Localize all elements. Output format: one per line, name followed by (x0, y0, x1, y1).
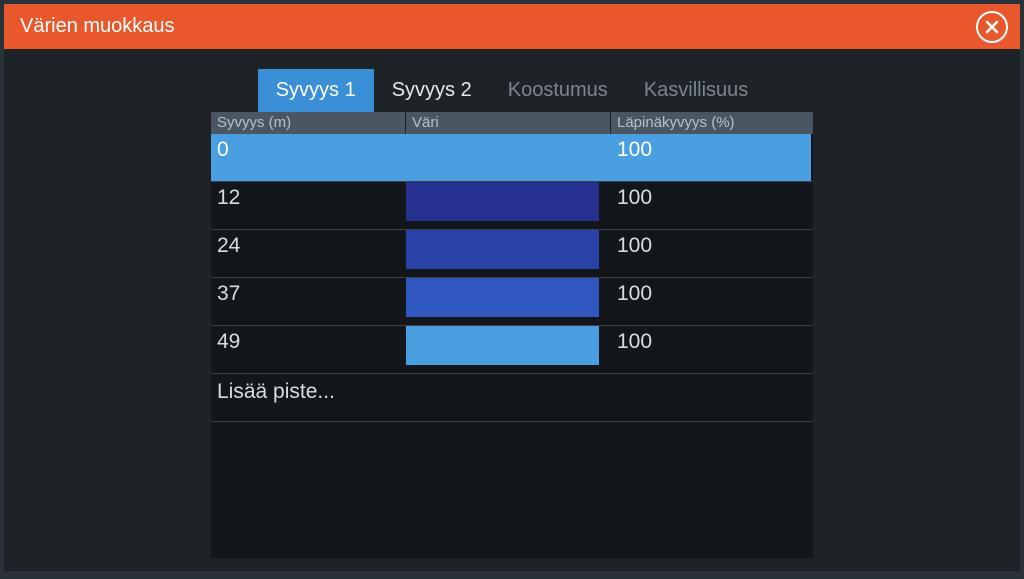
table-row[interactable]: 12 100 (211, 182, 813, 230)
table-row[interactable]: 24 100 (211, 230, 813, 278)
color-swatch (406, 134, 599, 173)
cell-color[interactable] (406, 230, 611, 277)
tab-kasvillisuus[interactable]: Kasvillisuus (626, 69, 766, 112)
cell-color[interactable] (406, 134, 611, 181)
cell-transparency[interactable]: 100 (611, 278, 811, 325)
table-header: Syvyys (m) Väri Läpinäkyvyys (%) (211, 112, 813, 134)
cell-depth[interactable]: 24 (211, 230, 406, 277)
color-swatch (406, 230, 599, 269)
color-table: Syvyys (m) Väri Läpinäkyvyys (%) 0 100 1… (211, 112, 813, 558)
color-edit-dialog: Värien muokkaus Syvyys 1 Syvyys 2 Koostu… (4, 4, 1020, 571)
add-point-row[interactable]: Lisää piste... (211, 374, 813, 422)
tab-bar: Syvyys 1 Syvyys 2 Koostumus Kasvillisuus (258, 69, 767, 112)
tab-syvyys-2[interactable]: Syvyys 2 (374, 69, 490, 112)
cell-color[interactable] (406, 326, 611, 373)
tab-koostumus[interactable]: Koostumus (490, 69, 626, 112)
cell-color-empty (406, 374, 611, 421)
color-swatch (406, 278, 599, 317)
col-header-depth: Syvyys (m) (211, 112, 406, 134)
col-header-color: Väri (406, 112, 611, 134)
cell-color[interactable] (406, 278, 611, 325)
tab-syvyys-1[interactable]: Syvyys 1 (258, 69, 374, 112)
table-empty-area (211, 422, 813, 558)
cell-depth[interactable]: 0 (211, 134, 406, 181)
add-point-label[interactable]: Lisää piste... (211, 374, 406, 414)
color-swatch (406, 326, 599, 365)
cell-transparency[interactable]: 100 (611, 326, 811, 373)
cell-transparency[interactable]: 100 (611, 134, 811, 181)
cell-transparency[interactable]: 100 (611, 182, 811, 229)
color-swatch (406, 182, 599, 221)
dialog-content: Syvyys 1 Syvyys 2 Koostumus Kasvillisuus… (4, 49, 1020, 571)
table-row[interactable]: 0 100 (211, 134, 813, 182)
cell-transparency[interactable]: 100 (611, 230, 811, 277)
cell-depth[interactable]: 12 (211, 182, 406, 229)
table-row[interactable]: 37 100 (211, 278, 813, 326)
cell-depth[interactable]: 49 (211, 326, 406, 373)
close-button[interactable] (976, 11, 1008, 43)
dialog-header: Värien muokkaus (4, 4, 1020, 49)
table-row[interactable]: 49 100 (211, 326, 813, 374)
cell-transparency-empty (611, 374, 811, 421)
cell-depth[interactable]: 37 (211, 278, 406, 325)
close-icon (984, 19, 1000, 35)
dialog-title: Värien muokkaus (20, 15, 175, 38)
cell-color[interactable] (406, 182, 611, 229)
col-header-transparency: Läpinäkyvyys (%) (611, 112, 811, 134)
